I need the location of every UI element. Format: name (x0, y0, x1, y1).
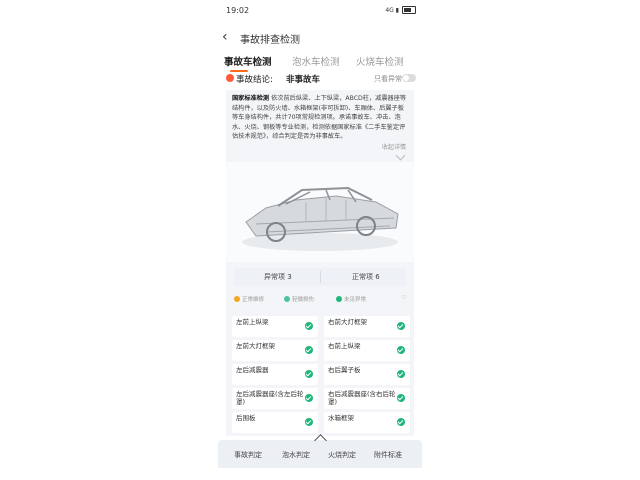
standard-description: 国家标准检测 依次前后纵梁、上下纵梁，ABCD柱，减震器座等结构件，以及防火墙、… (232, 94, 408, 142)
conclusion-row: 事故结论: 非事故车 只看异常 (216, 72, 424, 86)
inspection-item[interactable]: 左前大灯框架 (232, 340, 318, 361)
tab-flood[interactable]: 泡水车检测 (292, 54, 340, 68)
count-divider (320, 271, 321, 283)
inspection-item[interactable]: 右前大灯框架 (324, 316, 410, 337)
only-abnormal-label: 只看异常 (374, 75, 402, 83)
inspection-item[interactable]: 左后减震器 (232, 364, 318, 385)
item-label: 右前大灯框架 (328, 318, 367, 326)
signal-icon: 4G ▮ (385, 6, 399, 14)
item-label: 水箱框架 (328, 414, 354, 422)
legend-dot-icon (234, 296, 240, 302)
item-label: 左后减震器座(含左后轮罩) (236, 390, 304, 406)
battery-icon (402, 6, 416, 14)
item-label: 左前大灯框架 (236, 342, 275, 350)
car-frame-illustration (242, 186, 399, 251)
legend-dot-icon (284, 296, 290, 302)
alert-icon (226, 74, 234, 82)
car-frame-image (226, 162, 414, 262)
item-label: 左前上纵梁 (236, 318, 269, 326)
legend-label: 正常维修 (242, 297, 265, 303)
collapse-details-link[interactable]: 收起详情 (382, 142, 406, 151)
inspection-item[interactable]: 右后翼子板 (324, 364, 410, 385)
only-abnormal-toggle[interactable] (402, 74, 416, 82)
abnormal-count: 异常项 3 (264, 273, 292, 281)
legend: 正常维修 轻微损伤 未见异常 ♡ (232, 294, 412, 306)
check-icon (397, 370, 405, 378)
conclusion-label: 事故结论: (236, 75, 273, 85)
inspection-item[interactable]: 右前上纵梁 (324, 340, 410, 361)
conclusion-value: 非事故车 (286, 75, 321, 85)
legend-item: 轻微损伤 (284, 295, 314, 303)
check-icon (305, 394, 313, 402)
inspection-item[interactable]: 左前上纵梁 (232, 316, 318, 337)
item-label: 左后减震器 (236, 366, 269, 374)
inspection-item[interactable]: 后围板 (232, 412, 318, 433)
back-button[interactable]: ‹ (222, 30, 228, 44)
item-label: 后围板 (236, 414, 256, 422)
status-icons: 4G ▮ (385, 6, 416, 14)
legend-item: 未见异常 (336, 295, 366, 303)
check-icon (305, 418, 313, 426)
report-content[interactable]: 国家标准检测 依次前后纵梁、上下纵梁，ABCD柱，减震器座等结构件，以及防火墙、… (226, 90, 414, 436)
check-icon (305, 322, 313, 330)
legend-label: 轻微损伤 (292, 297, 315, 303)
item-label: 右后翼子板 (328, 366, 361, 374)
page-title: 事故排查检测 (240, 35, 300, 46)
chevron-up-icon[interactable] (314, 434, 327, 447)
bottom-nav-appendix[interactable]: 附件标准 (374, 450, 402, 460)
standard-title: 国家标准检测 (232, 95, 270, 102)
tab-fire[interactable]: 火烧车检测 (356, 54, 404, 68)
normal-count: 正常项 6 (352, 273, 380, 281)
item-label: 右前上纵梁 (328, 342, 361, 350)
check-icon (305, 346, 313, 354)
item-label: 右后减震器座(含右后轮罩) (328, 390, 396, 406)
check-icon (397, 322, 405, 330)
bottom-nav-accident[interactable]: 事故判定 (234, 450, 262, 460)
count-summary: 异常项 3 正常项 6 (234, 268, 406, 286)
tab-accident[interactable]: 事故车检测 (224, 54, 272, 68)
tab-bar: 事故车检测 泡水车检测 火烧车检测 (216, 52, 424, 72)
inspection-item[interactable]: 水箱框架 (324, 412, 410, 433)
legend-label: 未见异常 (344, 297, 367, 303)
title-bar: ‹ 事故排查检测 (216, 28, 424, 48)
bottom-nav-flood[interactable]: 泡水判定 (282, 450, 310, 460)
status-time: 19:02 (226, 6, 250, 15)
inspection-item[interactable]: 右后减震器座(含右后轮罩) (324, 388, 410, 409)
chevron-down-icon[interactable] (395, 150, 406, 161)
status-bar: 19:02 4G ▮ (216, 0, 424, 22)
check-icon (397, 394, 405, 402)
inspection-item[interactable]: 左后减震器座(含左后轮罩) (232, 388, 318, 409)
check-icon (397, 418, 405, 426)
check-icon (397, 346, 405, 354)
legend-dot-icon (336, 296, 342, 302)
bottom-nav: 事故判定 泡水判定 火烧判定 附件标准 (218, 434, 422, 468)
legend-item: 正常维修 (234, 295, 264, 303)
check-icon (305, 370, 313, 378)
phone-screen: 19:02 4G ▮ ‹ 事故排查检测 事故车检测 泡水车检测 火烧车检测 事故… (216, 0, 424, 480)
heart-icon: ♡ (402, 295, 407, 301)
bottom-nav-fire[interactable]: 火烧判定 (328, 450, 356, 460)
